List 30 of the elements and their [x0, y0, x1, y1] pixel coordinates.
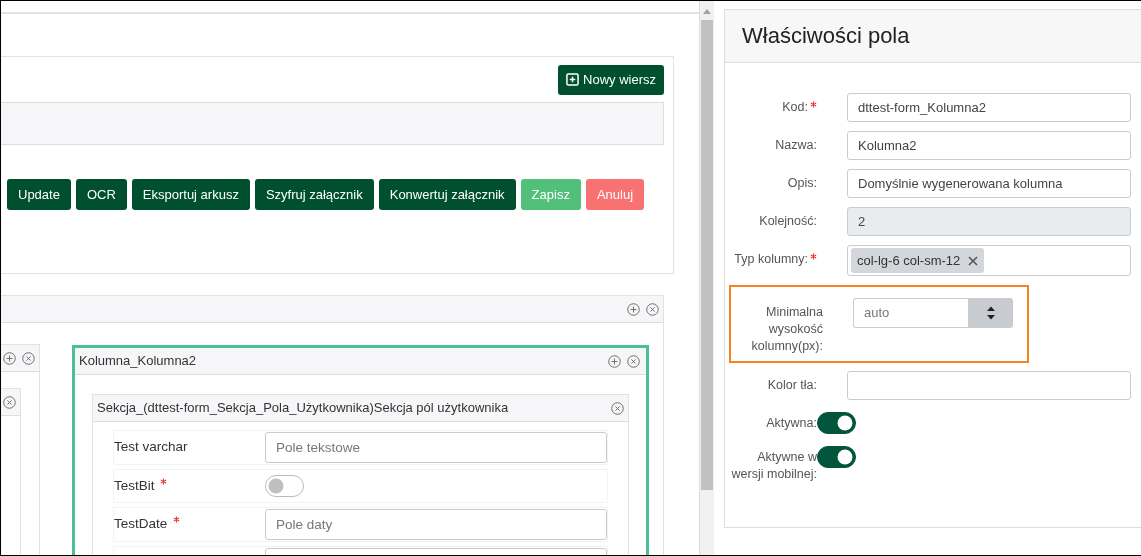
panel-title: Właściwości pola: [742, 22, 910, 50]
text-field[interactable]: Kolumna2: [847, 131, 1131, 160]
field-label: Test varchar: [114, 439, 188, 455]
field-label: Minimalna wysokość kolumny(px):: [751, 305, 823, 353]
action-button[interactable]: Szyfruj załącznik: [254, 178, 374, 210]
tag-text: col-lg-6 col-sm-12: [857, 251, 961, 270]
action-button[interactable]: Update: [7, 178, 71, 210]
field-label: Kolejność:: [759, 214, 817, 228]
field-label: Opis:: [787, 176, 817, 190]
field-label: Kolor tła:: [767, 378, 817, 392]
field-label: TestDate: [114, 516, 168, 532]
number-field[interactable]: auto: [853, 298, 968, 328]
text-field[interactable]: Pole tekstowe: [265, 432, 607, 463]
field-label: Typ kolumny:: [734, 252, 808, 266]
text-field[interactable]: dttest-form_Kolumna2: [847, 93, 1131, 122]
action-button[interactable]: Konwertuj załącznik: [378, 178, 516, 210]
field-label: Aktywna:: [766, 416, 817, 430]
new-row-button[interactable]: Nowy wiersz: [558, 65, 664, 95]
column-panel[interactable]: Kolumna_Kolumna2 Sekcja_(dttest-form_Sekcja_Pola_Użytkownika)Sekcja pól użytkownika Test varchar Pole tekstowe TestBit TestDate Pole daty: [72, 345, 649, 555]
field-label: TestBit: [114, 477, 155, 493]
field-label: Kod:: [782, 100, 808, 114]
column-title: Kolumna_Kolumna2: [79, 352, 197, 371]
text-field[interactable]: Domyślnie wygenerowana kolumna: [847, 169, 1131, 198]
action-button[interactable]: OCR: [75, 178, 127, 210]
field-label: Nazwa:: [775, 138, 817, 152]
section-title: Sekcja_(dttest-form_Sekcja_Pola_Użytkownika)Sekcja pól użytkownika: [97, 399, 509, 418]
field-label: Aktywne w wersji mobilnej:: [731, 450, 817, 481]
tag-field[interactable]: col-lg-6 col-sm-12: [847, 245, 1131, 276]
text-field[interactable]: Pole daty: [265, 509, 607, 540]
action-button[interactable]: Eksportuj arkusz: [131, 178, 250, 210]
